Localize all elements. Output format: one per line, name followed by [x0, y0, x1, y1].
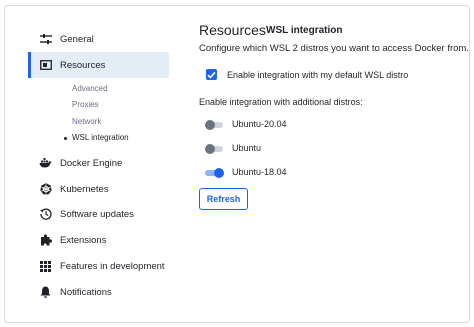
sidebar-item-kubernetes[interactable]: Kubernetes [28, 176, 169, 202]
sidebar-item-label: Docker Engine [60, 157, 123, 169]
refresh-button[interactable]: Refresh [199, 188, 248, 210]
distro-toggle-ubuntu-20-04[interactable] [205, 119, 223, 130]
sidebar-item-docker-engine[interactable]: Docker Engine [28, 150, 169, 176]
distro-name: Ubuntu [232, 143, 262, 153]
sidebar-item-resources[interactable]: Resources [28, 52, 169, 78]
distro-name: Ubuntu-20.04 [232, 119, 287, 129]
distro-row-ubuntu-20-04: Ubuntu-20.04 [205, 119, 287, 130]
sidebar-subitem-advanced[interactable]: Advanced [72, 84, 108, 93]
sidebar-subitem-proxies[interactable]: Proxies [72, 100, 99, 109]
distro-row-ubuntu-18-04: Ubuntu-18.04 [205, 167, 287, 178]
sliders-icon [39, 33, 52, 46]
bell-icon [39, 286, 52, 299]
sidebar-item-extensions[interactable]: Extensions [28, 227, 169, 253]
sidebar-item-label: Notifications [60, 286, 112, 298]
sidebar-item-label: Software updates [60, 208, 134, 220]
grid-icon [39, 260, 52, 273]
sidebar-item-label: Kubernetes [60, 183, 109, 195]
clock-history-icon [39, 208, 52, 221]
helm-wheel-icon [39, 183, 52, 196]
sidebar-subitem-wsl-integration[interactable]: WSL integration [64, 133, 129, 142]
sidebar-item-features-in-development[interactable]: Features in development [28, 253, 169, 279]
sidebar-item-notifications[interactable]: Notifications [28, 279, 169, 305]
additional-distros-heading: Enable integration with additional distr… [199, 97, 363, 107]
sidebar-item-software-updates[interactable]: Software updates [28, 201, 169, 227]
distro-row-ubuntu: Ubuntu [205, 143, 262, 154]
default-distro-option[interactable]: Enable integration with my default WSL d… [206, 69, 408, 80]
sidebar-item-label: Features in development [60, 260, 165, 272]
distro-toggle-ubuntu[interactable] [205, 143, 223, 154]
distro-toggle-ubuntu-18-04[interactable] [205, 167, 224, 178]
sidebar-subitem-network[interactable]: Network [72, 117, 101, 126]
tab-wsl-integration[interactable]: WSL integration [266, 25, 342, 36]
default-distro-checkbox[interactable] [206, 69, 217, 80]
page-description: Configure which WSL 2 distros you want t… [199, 43, 469, 54]
distro-name: Ubuntu-18.04 [232, 167, 287, 177]
sidebar-item-general[interactable]: General [28, 26, 169, 52]
checkmark-icon [207, 71, 216, 79]
sidebar-item-label: General [60, 33, 94, 45]
default-distro-label: Enable integration with my default WSL d… [227, 69, 409, 80]
sidebar-item-label: Extensions [60, 234, 107, 246]
resources-icon [39, 59, 52, 72]
page-title: Resources [199, 22, 266, 38]
sidebar-item-label: Resources [60, 59, 106, 71]
puzzle-icon [39, 234, 52, 247]
whale-icon [39, 157, 52, 170]
